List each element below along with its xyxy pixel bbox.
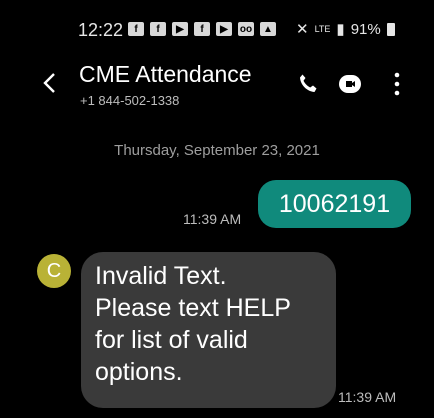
signal-icon: ▮ bbox=[336, 21, 345, 38]
message-line: Invalid Text. bbox=[95, 262, 227, 290]
contact-number: +1 844-502-1338 bbox=[80, 93, 180, 108]
date-separator: Thursday, September 23, 2021 bbox=[114, 142, 320, 159]
outgoing-timestamp: 11:39 AM bbox=[183, 211, 242, 227]
incoming-timestamp: 11:39 AM bbox=[338, 389, 397, 405]
image-icon: ▲ bbox=[260, 22, 276, 36]
youtube-icon: ▶ bbox=[172, 22, 188, 36]
contact-name: CME Attendance bbox=[79, 61, 252, 87]
facebook-icon: f bbox=[194, 22, 210, 36]
message-line: options. bbox=[95, 358, 183, 386]
message-line: for list of valid bbox=[95, 326, 248, 354]
conversation-header: CME Attendance +1 844-502-1338 bbox=[0, 55, 434, 115]
more-options-icon[interactable] bbox=[392, 71, 402, 97]
video-call-icon[interactable] bbox=[337, 72, 363, 96]
youtube-icon: ▶ bbox=[216, 22, 232, 36]
facebook-icon: f bbox=[150, 22, 166, 36]
status-bar: 12:22 f f ▶ f ▶ oo ▲ ✕ LTE ▮ 91% bbox=[0, 0, 434, 50]
voicemail-icon: oo bbox=[238, 22, 254, 36]
status-indicators: ✕ LTE ▮ 91% bbox=[296, 20, 395, 38]
back-arrow-icon[interactable] bbox=[42, 72, 56, 94]
phone-icon[interactable] bbox=[296, 72, 320, 96]
message-line: Please text HELP bbox=[95, 294, 291, 322]
mute-icon: ✕ bbox=[296, 21, 309, 38]
incoming-message-bubble[interactable]: Invalid Text. Please text HELP for list … bbox=[81, 252, 336, 408]
notification-icons: f f ▶ f ▶ oo ▲ bbox=[128, 22, 276, 36]
contact-avatar[interactable]: C bbox=[37, 254, 71, 288]
outgoing-message-bubble[interactable]: 10062191 bbox=[258, 180, 411, 228]
network-label: LTE bbox=[314, 24, 331, 34]
facebook-icon: f bbox=[128, 22, 144, 36]
battery-level: 91% bbox=[350, 20, 381, 38]
battery-icon bbox=[386, 22, 395, 36]
status-time: 12:22 bbox=[78, 20, 124, 40]
